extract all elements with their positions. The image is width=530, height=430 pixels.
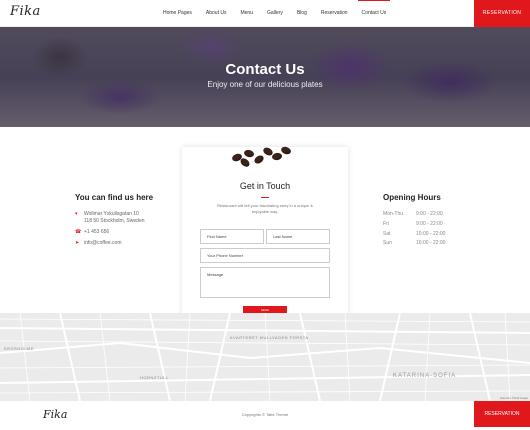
- map-credit: Data from ©2019 Google: [500, 397, 528, 400]
- map-label-katarina: KATARINA-SOFIA: [393, 373, 457, 379]
- hero-title: Contact Us: [225, 61, 305, 78]
- phone-row: ☎ +1 453 656: [75, 229, 109, 236]
- title-divider: [261, 197, 269, 198]
- hours-row: Sat 10:00 - 22:00: [383, 231, 445, 237]
- nav-reservation[interactable]: Reservation: [321, 0, 348, 27]
- header-reservation-button[interactable]: RESERVATION: [474, 0, 530, 27]
- site-footer: Fika Copyrights © Tatte Theme RESERVATIO…: [0, 401, 530, 430]
- nav-gallery[interactable]: Gallery: [267, 0, 283, 27]
- hero-banner: Contact Us Enjoy one of our delicious pl…: [0, 27, 530, 127]
- first-name-field[interactable]: First Name: [200, 229, 264, 244]
- nav-about-us[interactable]: About Us: [206, 0, 227, 27]
- hours-time: 9:00 - 22:00: [416, 221, 443, 227]
- send-icon: ➤: [75, 240, 80, 246]
- nav-menu[interactable]: Menu: [240, 0, 253, 27]
- phone-number-field[interactable]: Your Phone Number: [200, 248, 330, 263]
- hours-row: Mon-Thu 9:00 - 22:00: [383, 211, 443, 217]
- coffee-beans-image: [230, 145, 300, 169]
- phone-number[interactable]: +1 453 656: [84, 229, 109, 236]
- last-name-field[interactable]: Last Name: [266, 229, 330, 244]
- nav-contact-us[interactable]: Contact Us: [357, 0, 390, 27]
- hero-subtitle: Enjoy one of our delicious plates: [207, 80, 323, 89]
- map-label-kvarteret: KVARTERET MULLVADEN FÖRSTA: [230, 335, 309, 340]
- address-line-2: 118 50 Stockholm, Sweden: [84, 218, 145, 224]
- message-field[interactable]: Message: [200, 267, 330, 298]
- address-row: ▾ Wollmar Yxkullsgatan 10 118 50 Stockho…: [75, 211, 145, 225]
- hours-day: Fri: [383, 221, 389, 227]
- location-map[interactable]: KVARTERET MULLVADEN FÖRSTA KATARINA-SOFI…: [0, 313, 530, 401]
- main-nav: Home Pages About Us Menu Gallery Blog Re…: [163, 0, 400, 27]
- email-row: ➤ info@coffee.com: [75, 240, 122, 247]
- hours-time: 10:00 - 22:00: [416, 240, 446, 246]
- map-streets: [0, 313, 530, 401]
- phone-icon: ☎: [75, 229, 82, 235]
- footer-copyright: Copyrights © Tatte Theme: [241, 412, 289, 417]
- contact-form-description: Restaurant will tell your fascinating st…: [217, 203, 313, 214]
- hours-day: Sun: [383, 240, 392, 246]
- hours-day: Sat: [383, 231, 391, 237]
- email-address[interactable]: info@coffee.com: [84, 240, 122, 247]
- opening-hours-title: Opening Hours: [383, 193, 441, 202]
- hours-time: 9:00 - 22:00: [416, 211, 443, 217]
- nav-blog[interactable]: Blog: [297, 0, 307, 27]
- address-line-1: Wollmar Yxkullsgatan 10: [84, 211, 139, 217]
- footer-reservation-button[interactable]: RESERVATION: [474, 401, 530, 427]
- contact-form-title: Get in Touch: [239, 181, 291, 191]
- site-logo[interactable]: Fika: [10, 4, 41, 19]
- nav-home-pages[interactable]: Home Pages: [163, 0, 192, 27]
- find-us-title: You can find us here: [75, 193, 154, 202]
- hours-time: 10:00 - 22:00: [416, 231, 446, 237]
- hours-row: Sun 10:00 - 22:00: [383, 240, 445, 246]
- hours-row: Fri 9:00 - 22:00: [383, 221, 443, 227]
- contact-form-card: Get in Touch Restaurant will tell your f…: [182, 145, 348, 332]
- site-header: Fika Home Pages About Us Menu Gallery Bl…: [0, 0, 530, 27]
- map-label-hornstull: HORNSTULL: [140, 375, 169, 380]
- location-pin-icon: ▾: [75, 211, 78, 217]
- map-label-ergsholme: ERGSHOLME: [4, 346, 35, 351]
- hours-day: Mon-Thu: [383, 211, 404, 217]
